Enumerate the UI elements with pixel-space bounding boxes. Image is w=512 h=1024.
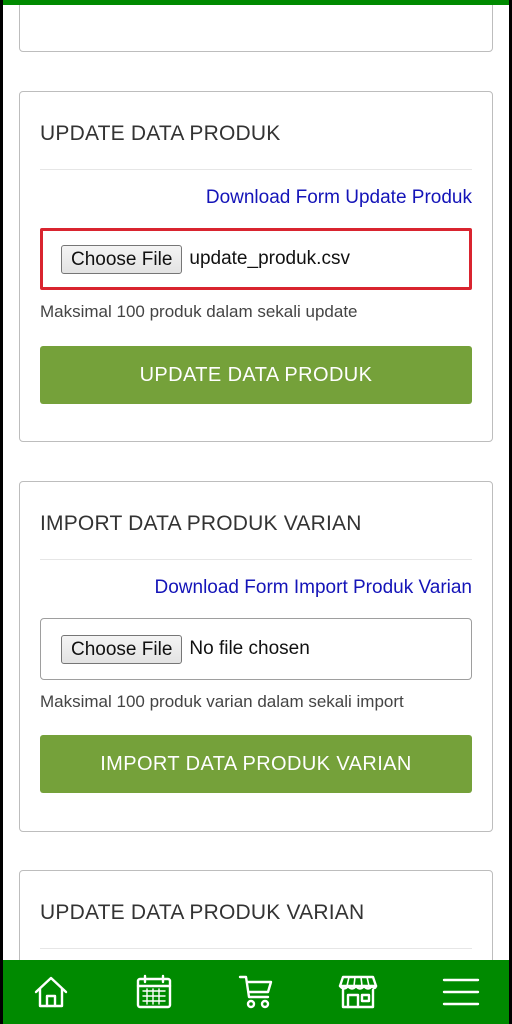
divider: [40, 559, 472, 560]
selected-file-name: update_produk.csv: [189, 248, 350, 269]
nav-calendar[interactable]: [124, 962, 184, 1022]
card-title: UPDATE DATA PRODUK: [40, 122, 281, 145]
choose-file-button[interactable]: Choose File: [61, 634, 183, 664]
store-icon: [339, 975, 378, 1009]
choose-file-button[interactable]: Choose File: [61, 244, 183, 274]
nav-home[interactable]: [21, 962, 81, 1022]
main-content: UPDATE DATA PRODUK Download Form Update …: [0, 0, 512, 960]
card-import-produk-varian: IMPORT DATA PRODUK VARIAN Download Form …: [19, 481, 493, 832]
limit-hint: Maksimal 100 produk dalam sekali update: [40, 302, 358, 321]
limit-hint: Maksimal 100 produk varian dalam sekali …: [40, 692, 404, 711]
card-update-produk-varian: UPDATE DATA PRODUK VARIAN: [19, 870, 493, 960]
download-form-update-produk-link[interactable]: Download Form Update Produk: [206, 187, 472, 209]
import-data-produk-varian-button[interactable]: IMPORT DATA PRODUK VARIAN: [40, 735, 472, 793]
nav-store[interactable]: [328, 962, 388, 1022]
menu-icon: [442, 978, 479, 1006]
nav-menu[interactable]: [431, 962, 491, 1022]
calendar-icon: [136, 974, 171, 1009]
update-data-produk-button[interactable]: UPDATE DATA PRODUK: [40, 346, 472, 404]
card-title: UPDATE DATA PRODUK VARIAN: [40, 901, 365, 924]
file-input-update-produk[interactable]: Choose File update_produk.csv: [40, 228, 472, 290]
home-icon: [34, 976, 68, 1008]
divider: [40, 169, 472, 170]
bottom-navigation: [0, 960, 512, 1024]
cart-icon: [238, 975, 273, 1009]
download-form-import-produk-varian-link[interactable]: Download Form Import Produk Varian: [155, 577, 473, 599]
card-previous: [19, 0, 493, 52]
divider: [40, 948, 472, 949]
nav-cart[interactable]: [226, 962, 286, 1022]
file-input-import-produk-varian[interactable]: Choose File No file chosen: [40, 618, 472, 680]
card-title: IMPORT DATA PRODUK VARIAN: [40, 512, 362, 535]
card-update-produk: UPDATE DATA PRODUK Download Form Update …: [19, 91, 493, 442]
top-accent-bar: [0, 0, 512, 5]
selected-file-name: No file chosen: [189, 638, 310, 659]
